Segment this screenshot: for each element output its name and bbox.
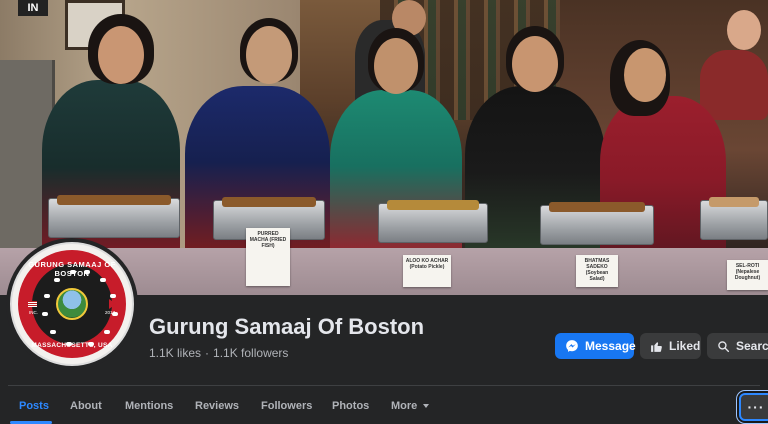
cover-food-card-4: SEL-ROTI (Nepalese Doughnut): [727, 260, 768, 290]
logo-animal-icon: [104, 330, 110, 334]
tray-food: [549, 202, 645, 212]
search-button[interactable]: Search: [707, 333, 768, 359]
message-button[interactable]: Message: [555, 333, 636, 359]
search-button-label: Search: [736, 339, 768, 353]
cover-chafing-tray-3: [378, 200, 488, 243]
logo-top-text: GURUNG SAMAAJ OF BOSTON: [28, 260, 116, 278]
tab-posts[interactable]: Posts: [19, 400, 49, 412]
cover-chafing-tray-4: [540, 202, 654, 245]
logo-animal-icon: [44, 294, 50, 298]
nepal-flag-icon: [109, 299, 116, 309]
thumbs-up-icon: [650, 340, 663, 353]
logo-year-text: 2017: [104, 310, 115, 315]
tab-about[interactable]: About: [70, 400, 102, 412]
us-flag-icon: [28, 301, 37, 307]
tab-reviews[interactable]: Reviews: [195, 400, 239, 412]
liked-button-label: Liked: [669, 339, 701, 353]
likes-count[interactable]: 1.1K likes: [149, 346, 201, 360]
cover-sign: IN: [18, 0, 48, 16]
message-button-label: Message: [585, 339, 636, 353]
facebook-page: IN PURRED MACHA (FRIED FISH) ALOO KO ACH…: [0, 0, 768, 424]
tab-more-label: More: [391, 400, 418, 412]
tab-more[interactable]: More: [391, 400, 430, 412]
tray-food: [387, 200, 479, 210]
tab-photos[interactable]: Photos: [332, 400, 369, 412]
stats-separator: ·: [205, 346, 210, 360]
cover-person-3-head: [374, 38, 418, 94]
tab-followers[interactable]: Followers: [261, 400, 312, 412]
page-tabs: Posts About Mentions Reviews Followers P…: [0, 386, 768, 424]
liked-button[interactable]: Liked: [640, 333, 701, 359]
search-icon: [717, 340, 730, 353]
cover-person-5-head: [624, 48, 666, 102]
cover-food-card-3: BHATMAS SADEKO (Soybean Salad): [576, 255, 618, 287]
followers-count[interactable]: 1.1K followers: [213, 346, 288, 360]
messenger-icon: [565, 339, 579, 353]
cover-chafing-tray-1: [48, 195, 180, 238]
tray-food: [57, 195, 171, 205]
page-stats: 1.1K likes · 1.1K followers: [149, 346, 288, 360]
cover-person-bg-2: [700, 50, 768, 120]
cover-person-bg-2-head: [727, 10, 761, 50]
org-logo: GURUNG SAMAAJ OF BOSTON MASSACHUSETTS, U…: [10, 242, 134, 366]
logo-animal-icon: [50, 330, 56, 334]
cover-person-4-head: [512, 36, 558, 92]
logo-animal-icon: [100, 278, 106, 282]
tray-food: [709, 197, 759, 207]
logo-animal-icon: [54, 278, 60, 282]
cover-photo[interactable]: IN PURRED MACHA (FRIED FISH) ALOO KO ACH…: [0, 0, 768, 295]
caret-down-icon: [423, 404, 430, 409]
more-options-button[interactable]: ···: [739, 393, 768, 421]
logo-animal-icon: [42, 312, 48, 316]
cover-person-2-head: [246, 26, 292, 84]
logo-center-emblem: [56, 288, 88, 320]
logo-animal-icon: [110, 294, 116, 298]
cover-food-card-2: ALOO KO ACHAR (Potato Pickle): [403, 255, 451, 287]
cover-chafing-tray-5: [700, 197, 768, 240]
profile-avatar[interactable]: GURUNG SAMAAJ OF BOSTON MASSACHUSETTS, U…: [6, 238, 138, 370]
tray-food: [222, 197, 316, 207]
tab-mentions[interactable]: Mentions: [125, 400, 173, 412]
page-title: Gurung Samaaj Of Boston: [149, 314, 425, 339]
logo-bottom-text: MASSACHUSETTS, USA: [31, 342, 113, 349]
cover-food-card-1: PURRED MACHA (FRIED FISH): [246, 228, 290, 286]
cover-person-1-head: [98, 26, 144, 84]
logo-inc-text: INC.: [29, 310, 38, 315]
